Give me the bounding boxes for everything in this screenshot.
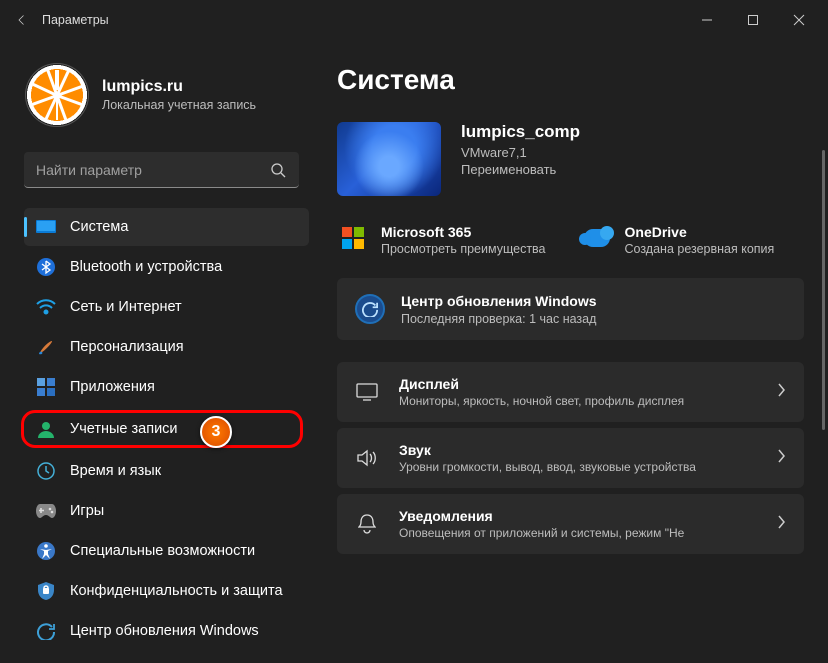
chevron-right-icon <box>776 383 786 402</box>
display-icon <box>36 217 56 237</box>
update-icon <box>355 294 385 324</box>
pc-model: VMware7,1 <box>461 145 580 160</box>
shield-icon <box>36 581 56 601</box>
sound-icon <box>355 446 379 470</box>
nav-label: Игры <box>70 503 104 519</box>
tile-ms365[interactable]: Microsoft 365 Просмотреть преимущества <box>337 220 561 260</box>
person-icon <box>36 419 56 439</box>
card-display[interactable]: Дисплей Мониторы, яркость, ночной свет, … <box>337 362 804 422</box>
update-ring-icon <box>36 621 56 641</box>
nav-windows-update[interactable]: Центр обновления Windows <box>24 612 309 650</box>
pc-name: lumpics_comp <box>461 122 580 142</box>
nav-privacy[interactable]: Конфиденциальность и защита <box>24 572 309 610</box>
paintbrush-icon <box>36 337 56 357</box>
user-block[interactable]: lumpics.ru Локальная учетная запись <box>24 50 309 148</box>
card-sound[interactable]: Звук Уровни громкости, вывод, ввод, звук… <box>337 428 804 488</box>
tile-sub: Просмотреть преимущества <box>381 242 546 256</box>
gamepad-icon <box>36 501 56 521</box>
nav-label: Персонализация <box>70 339 184 355</box>
card-sub: Оповещения от приложений и системы, режи… <box>399 526 684 540</box>
titlebar-title: Параметры <box>42 13 109 27</box>
clock-globe-icon <box>36 461 56 481</box>
chevron-right-icon <box>776 449 786 468</box>
window-maximize-button[interactable] <box>730 0 776 40</box>
main-content: Система lumpics_comp VMware7,1 Переимено… <box>315 40 828 663</box>
nav: Система Bluetooth и устройства Сеть и Ин… <box>24 208 309 650</box>
search-icon[interactable] <box>257 152 299 188</box>
back-button[interactable] <box>6 0 38 40</box>
annotation-3-badge: 3 <box>200 416 232 448</box>
user-name: lumpics.ru <box>102 78 256 96</box>
page-heading: Система <box>337 64 804 96</box>
card-notifications[interactable]: Уведомления Оповещения от приложений и с… <box>337 494 804 554</box>
tile-sub: Создана резервная копия <box>625 242 775 256</box>
pc-wallpaper-thumb <box>337 122 441 196</box>
nav-label: Время и язык <box>70 463 161 479</box>
bluetooth-icon <box>36 257 56 277</box>
nav-system[interactable]: Система <box>24 208 309 246</box>
tile-title: Microsoft 365 <box>381 224 546 240</box>
wu-title: Центр обновления Windows <box>401 292 597 310</box>
apps-icon <box>36 377 56 397</box>
display-outline-icon <box>355 380 379 404</box>
tile-onedrive[interactable]: OneDrive Создана резервная копия <box>581 220 805 260</box>
nav-bluetooth[interactable]: Bluetooth и устройства <box>24 248 309 286</box>
nav-apps[interactable]: Приложения <box>24 368 309 406</box>
card-title: Уведомления <box>399 508 684 524</box>
card-sub: Уровни громкости, вывод, ввод, звуковые … <box>399 460 696 474</box>
search-row <box>24 152 299 188</box>
card-sub: Мониторы, яркость, ночной свет, профиль … <box>399 394 684 408</box>
onedrive-icon <box>583 224 611 252</box>
nav-personalization[interactable]: Персонализация <box>24 328 309 366</box>
chevron-right-icon <box>776 515 786 534</box>
titlebar: Параметры <box>0 0 828 40</box>
pc-rename-link[interactable]: Переименовать <box>461 162 580 177</box>
nav-label: Конфиденциальность и защита <box>70 583 283 599</box>
nav-label: Учетные записи <box>70 421 178 437</box>
tile-title: OneDrive <box>625 224 775 240</box>
nav-label: Система <box>70 219 128 235</box>
pc-header: lumpics_comp VMware7,1 Переименовать <box>337 122 804 196</box>
accessibility-icon <box>36 541 56 561</box>
nav-accounts[interactable]: Учетные записи <box>21 410 303 448</box>
sidebar: lumpics.ru Локальная учетная запись Сист… <box>0 40 315 663</box>
window-close-button[interactable] <box>776 0 822 40</box>
microsoft-logo-icon <box>339 224 367 252</box>
nav-time-language[interactable]: Время и язык <box>24 452 309 490</box>
nav-label: Центр обновления Windows <box>70 623 259 639</box>
windows-update-tile[interactable]: Центр обновления Windows Последняя прове… <box>337 278 804 340</box>
bell-icon <box>355 512 379 536</box>
nav-label: Приложения <box>70 379 155 395</box>
card-title: Звук <box>399 442 696 458</box>
scrollbar[interactable] <box>822 150 825 430</box>
nav-label: Специальные возможности <box>70 543 255 559</box>
wu-sub: Последняя проверка: 1 час назад <box>401 312 597 326</box>
avatar <box>26 64 88 126</box>
card-title: Дисплей <box>399 376 684 392</box>
user-type: Локальная учетная запись <box>102 98 256 112</box>
nav-network[interactable]: Сеть и Интернет <box>24 288 309 326</box>
nav-label: Сеть и Интернет <box>70 299 182 315</box>
window-minimize-button[interactable] <box>684 0 730 40</box>
nav-label: Bluetooth и устройства <box>70 259 222 275</box>
wifi-icon <box>36 297 56 317</box>
nav-accessibility[interactable]: Специальные возможности <box>24 532 309 570</box>
nav-gaming[interactable]: Игры <box>24 492 309 530</box>
